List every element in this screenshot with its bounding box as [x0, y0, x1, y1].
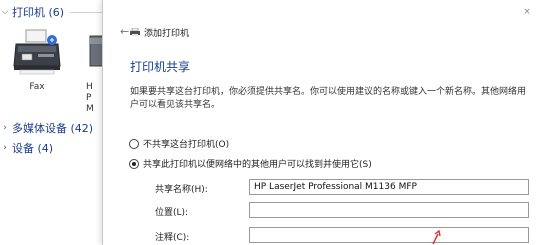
- radio-button[interactable]: [129, 158, 139, 169]
- description-text: 如果要共享这台打印机，你必须提供共享名。你可以使用建议的名称或键入一个新名称。其…: [130, 87, 527, 110]
- fax-label: Fax: [29, 82, 45, 92]
- share-name-input[interactable]: HP LaserJet Professional M1136 MFP: [249, 179, 529, 195]
- chevron-down-icon: ⌵: [1, 7, 9, 17]
- annotation-arrow-icon: [432, 230, 441, 245]
- add-printer-dialog: × ← 添加打印机 打印机共享 如果要共享这台打印机，你必须提供共享名。你可以使…: [102, 0, 536, 245]
- location-input[interactable]: [249, 202, 529, 218]
- share-name-label: 共享名称(H):: [155, 185, 208, 195]
- page-title: 打印机共享: [130, 60, 191, 74]
- radio-no-share[interactable]: 不共享这台打印机(O): [129, 137, 229, 150]
- group-printers-label: 打印机 (6): [12, 6, 65, 19]
- group-devices[interactable]: › 设备 (4): [0, 140, 53, 156]
- radio-no-share-label: 不共享这台打印机(O): [143, 140, 230, 150]
- fax-device-tile[interactable]: Fax: [8, 26, 66, 94]
- group-devices-label: 设备 (4): [12, 142, 54, 155]
- comment-input[interactable]: [249, 227, 529, 243]
- radio-share-label: 共享此打印机以便网络中的其他用户可以找到并使用它(S): [143, 160, 372, 170]
- radio-share[interactable]: 共享此打印机以便网络中的其他用户可以找到并使用它(S): [129, 157, 372, 170]
- location-label: 位置(L):: [155, 208, 189, 218]
- fax-printer-icon: [13, 29, 61, 75]
- radio-button[interactable]: [129, 138, 139, 149]
- group-multimedia-label: 多媒体设备 (42): [12, 122, 94, 135]
- group-multimedia[interactable]: › 多媒体设备 (42): [0, 120, 93, 136]
- chevron-right-icon: ›: [3, 143, 7, 153]
- devices-printers-pane: ⌵ 打印机 (6) Fax H P M › 多媒体设备 (42) › 设备 (4…: [0, 0, 131, 245]
- comment-label: 注释(C):: [155, 233, 190, 243]
- chevron-right-icon: ›: [3, 123, 7, 133]
- close-icon[interactable]: ×: [522, 7, 532, 17]
- printer-icon: [130, 28, 140, 36]
- wizard-title: 添加打印机: [144, 29, 190, 39]
